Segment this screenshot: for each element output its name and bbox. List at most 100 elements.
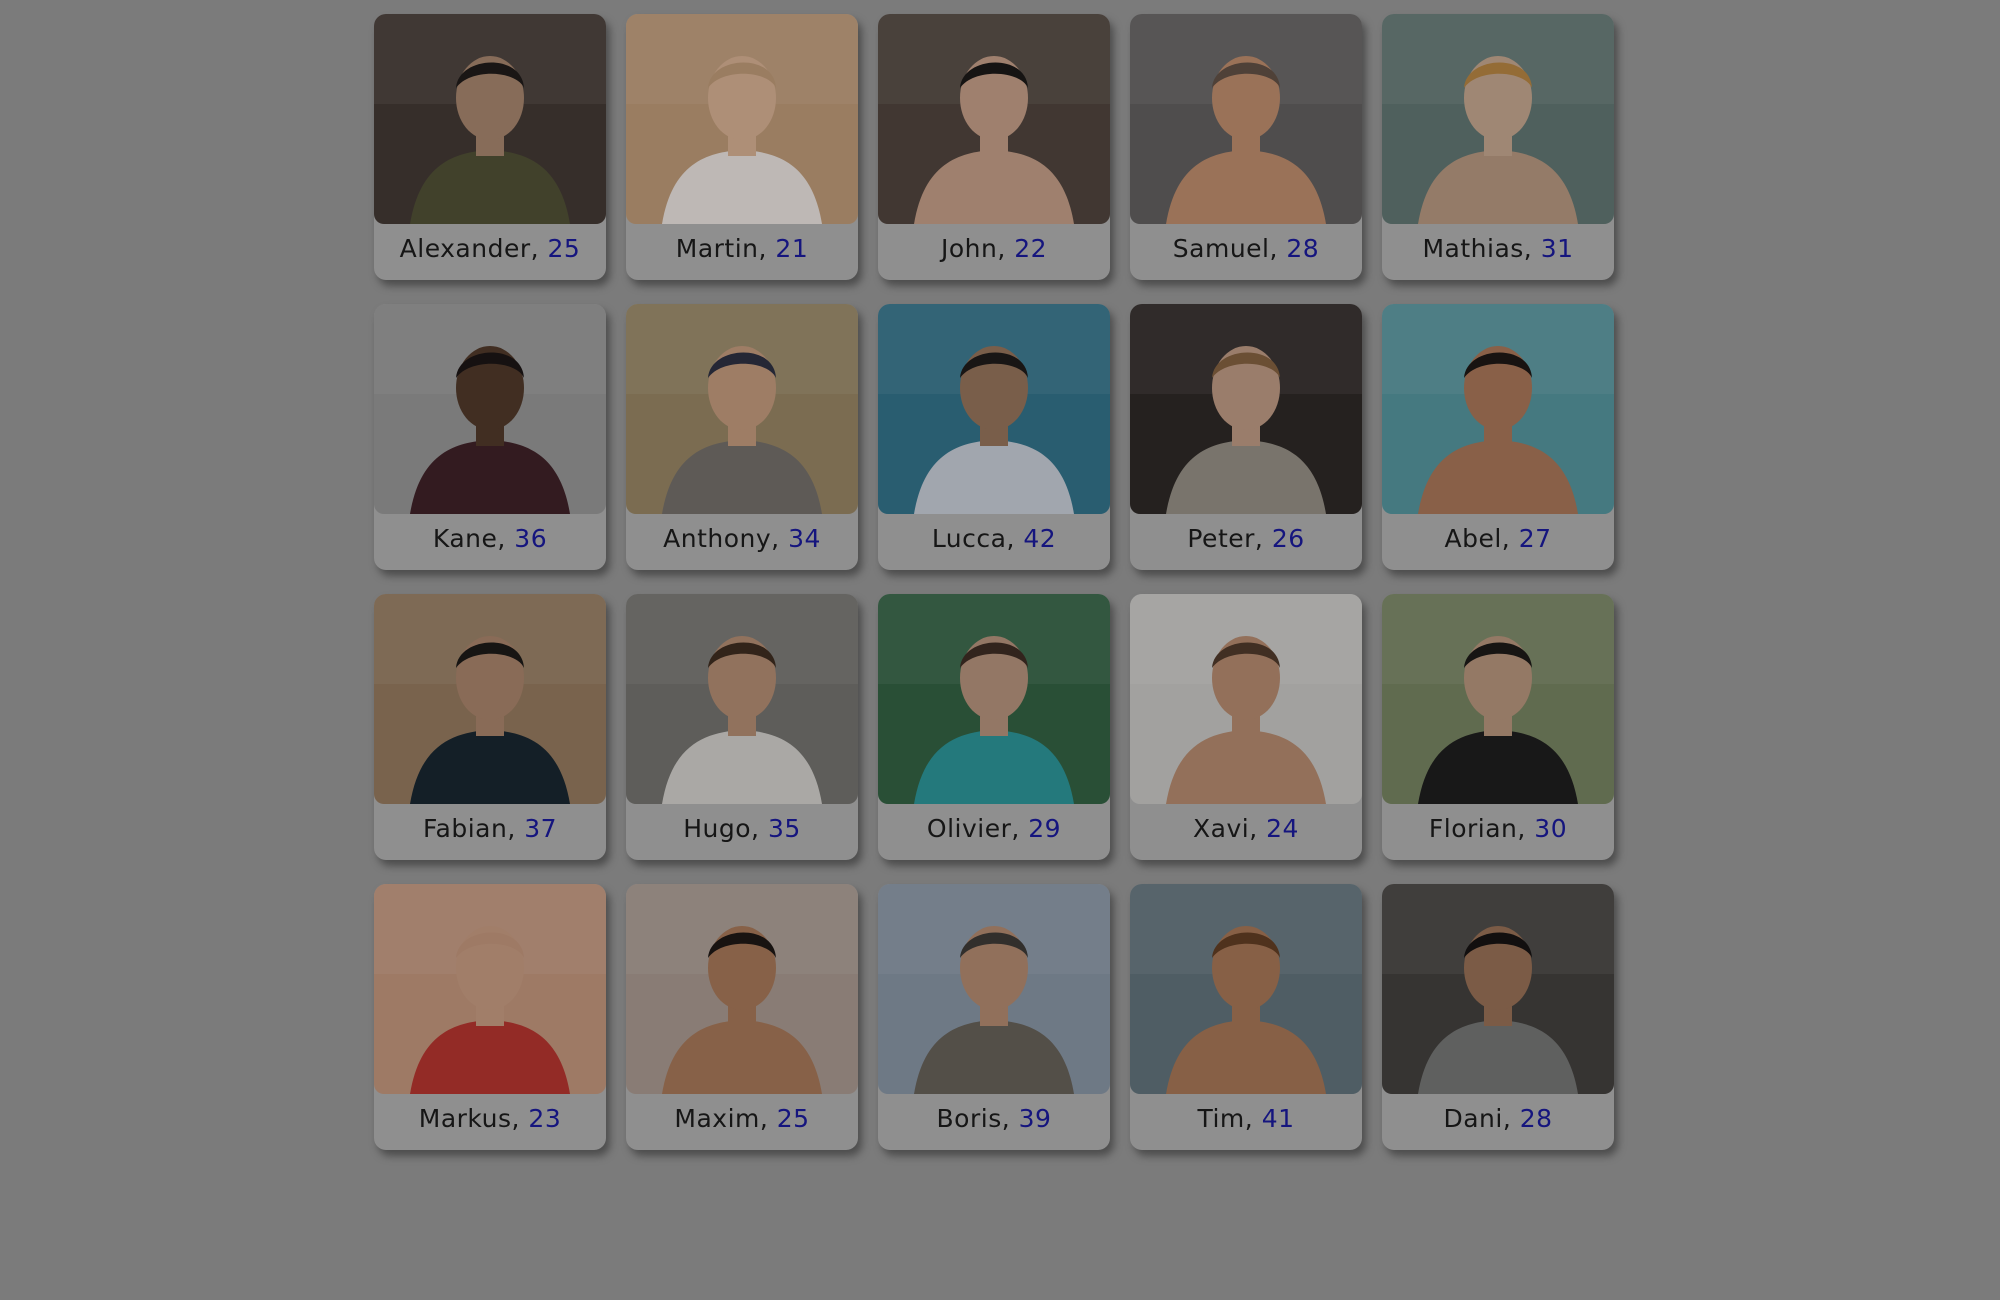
name-age-separator: , [1006, 524, 1024, 553]
profile-age: 30 [1534, 814, 1568, 843]
profile-card[interactable]: Anthony, 34 [626, 304, 858, 570]
profile-caption: Dani, 28 [1382, 1104, 1614, 1133]
profile-photo[interactable] [626, 304, 858, 514]
profile-name: Kane [432, 524, 498, 553]
profile-card[interactable]: Xavi, 24 [1130, 594, 1362, 860]
name-age-separator: , [759, 1104, 777, 1133]
profile-photo[interactable] [1130, 14, 1362, 224]
profile-photo[interactable] [878, 304, 1110, 514]
name-age-separator: , [1269, 234, 1287, 263]
profile-caption: Peter, 26 [1130, 524, 1362, 553]
profile-age: 24 [1266, 814, 1299, 843]
profile-photo[interactable] [374, 304, 606, 514]
profile-photo[interactable] [626, 884, 858, 1094]
profile-card[interactable]: Florian, 30 [1382, 594, 1614, 860]
profile-card[interactable]: Tim, 41 [1130, 884, 1362, 1150]
profile-card[interactable]: Markus, 23 [374, 884, 606, 1150]
profile-photo[interactable] [1130, 884, 1362, 1094]
profile-name: Maxim [674, 1104, 760, 1133]
profile-name: Abel [1444, 524, 1502, 553]
profile-photo[interactable] [1382, 304, 1614, 514]
profile-age: 21 [775, 234, 809, 263]
profile-age: 39 [1018, 1104, 1052, 1133]
profile-card[interactable]: Alexander, 25 [374, 14, 606, 280]
profile-card[interactable]: John, 22 [878, 14, 1110, 280]
profile-caption: Maxim, 25 [626, 1104, 858, 1133]
profile-name: Martin [675, 234, 759, 263]
profile-caption: Boris, 39 [878, 1104, 1110, 1133]
profile-caption: Martin, 21 [626, 234, 858, 263]
profile-card[interactable]: Samuel, 28 [1130, 14, 1362, 280]
name-age-separator: , [507, 814, 525, 843]
profile-name: Olivier [926, 814, 1012, 843]
profile-card[interactable]: Hugo, 35 [626, 594, 858, 860]
profile-name: Peter [1187, 524, 1255, 553]
profile-caption: Fabian, 37 [374, 814, 606, 843]
profile-card[interactable]: Mathias, 31 [1382, 14, 1614, 280]
profile-card[interactable]: Lucca, 42 [878, 304, 1110, 570]
profile-age: 36 [514, 524, 548, 553]
profile-photo[interactable] [878, 14, 1110, 224]
profile-age: 22 [1014, 234, 1048, 263]
profile-age: 25 [776, 1104, 810, 1133]
profile-name: Mathias [1422, 234, 1524, 263]
name-age-separator: , [1501, 524, 1519, 553]
profile-name: John [940, 234, 998, 263]
profile-age: 34 [788, 524, 821, 553]
profile-photo[interactable] [1382, 594, 1614, 804]
profile-age: 27 [1518, 524, 1552, 553]
name-age-separator: , [751, 814, 768, 843]
profile-card[interactable]: Dani, 28 [1382, 884, 1614, 1150]
profile-grid: Alexander, 25 Martin, 21 John, 22 Samuel, 2… [374, 14, 1614, 1150]
profile-card[interactable]: Maxim, 25 [626, 884, 858, 1150]
profile-card[interactable]: Olivier, 29 [878, 594, 1110, 860]
profile-caption: Xavi, 24 [1130, 814, 1362, 843]
profile-age: 35 [767, 814, 801, 843]
name-age-separator: , [758, 234, 776, 263]
name-age-separator: , [497, 524, 515, 553]
profile-photo[interactable] [1130, 304, 1362, 514]
name-age-separator: , [997, 234, 1015, 263]
profile-photo[interactable] [626, 14, 858, 224]
profile-caption: Anthony, 34 [626, 524, 858, 553]
profile-card[interactable]: Boris, 39 [878, 884, 1110, 1150]
name-age-separator: , [1001, 1104, 1019, 1133]
profile-photo[interactable] [878, 884, 1110, 1094]
profile-caption: Markus, 23 [374, 1104, 606, 1133]
profile-name: Fabian [422, 814, 508, 843]
profile-caption: Abel, 27 [1382, 524, 1614, 553]
profile-age: 42 [1023, 524, 1057, 553]
profile-age: 28 [1286, 234, 1320, 263]
profile-photo[interactable] [1382, 884, 1614, 1094]
profile-name: Alexander [399, 234, 531, 263]
profile-card[interactable]: Kane, 36 [374, 304, 606, 570]
profile-card[interactable]: Martin, 21 [626, 14, 858, 280]
profile-card[interactable]: Fabian, 37 [374, 594, 606, 860]
profile-photo[interactable] [1130, 594, 1362, 804]
profile-photo[interactable] [878, 594, 1110, 804]
name-age-separator: , [1517, 814, 1535, 843]
profile-age: 29 [1028, 814, 1062, 843]
profile-card[interactable]: Abel, 27 [1382, 304, 1614, 570]
name-age-separator: , [511, 1104, 529, 1133]
profile-age: 26 [1271, 524, 1305, 553]
profile-caption: John, 22 [878, 234, 1110, 263]
name-age-separator: , [1244, 1104, 1262, 1133]
profile-age: 23 [528, 1104, 562, 1133]
profile-caption: Hugo, 35 [626, 814, 858, 843]
profile-name: Markus [418, 1104, 512, 1133]
profile-photo[interactable] [374, 884, 606, 1094]
profile-caption: Kane, 36 [374, 524, 606, 553]
profile-photo[interactable] [374, 14, 606, 224]
profile-name: Boris [936, 1104, 1002, 1133]
profile-photo[interactable] [374, 594, 606, 804]
profile-photo[interactable] [626, 594, 858, 804]
profile-card[interactable]: Peter, 26 [1130, 304, 1362, 570]
profile-age: 28 [1519, 1104, 1553, 1133]
name-age-separator: , [1249, 814, 1267, 843]
profile-name: Dani [1443, 1104, 1503, 1133]
name-age-separator: , [530, 234, 548, 263]
profile-name: Samuel [1172, 234, 1270, 263]
profile-age: 25 [547, 234, 581, 263]
profile-photo[interactable] [1382, 14, 1614, 224]
